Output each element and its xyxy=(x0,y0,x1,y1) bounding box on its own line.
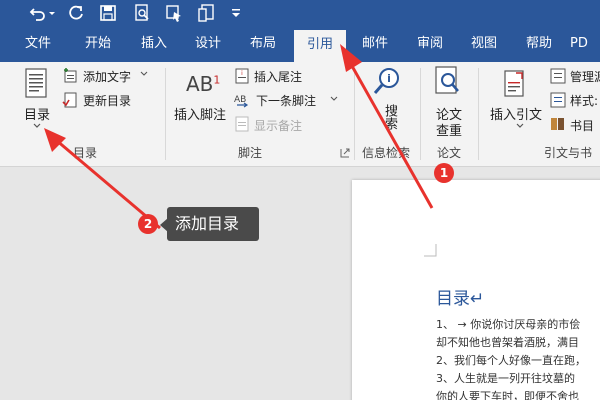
tab-layout[interactable]: 布局 xyxy=(236,26,290,62)
group-divider xyxy=(354,68,355,160)
print-preview-icon[interactable] xyxy=(132,3,152,23)
group-divider xyxy=(165,68,166,160)
step-badge-1: 1 xyxy=(434,163,454,183)
bibliography-icon[interactable] xyxy=(550,116,566,132)
tab-pdf[interactable]: PD xyxy=(570,26,600,62)
tab-home[interactable]: 开始 xyxy=(70,26,126,62)
next-footnote-icon[interactable]: AB xyxy=(234,92,254,108)
add-text-icon[interactable] xyxy=(62,68,78,84)
tab-view[interactable]: 视图 xyxy=(458,26,510,62)
chevron-down-icon[interactable] xyxy=(330,95,338,103)
touch-mode-icon[interactable] xyxy=(164,3,184,23)
show-notes-button: 显示备注 xyxy=(254,119,303,133)
customize-icon[interactable] xyxy=(230,3,242,23)
update-table-icon[interactable] xyxy=(62,92,78,108)
search-button[interactable]: 搜索 xyxy=(380,104,399,140)
tab-design[interactable]: 设计 xyxy=(182,26,234,62)
page-corner-mark xyxy=(424,244,437,257)
group-label-research: 信息检索 xyxy=(361,146,410,160)
group-label-paper: 论文 xyxy=(436,146,461,160)
redo-icon[interactable] xyxy=(66,3,86,23)
insert-footnote-button[interactable]: 插入脚注 xyxy=(174,104,226,123)
document-line[interactable]: 1、 → 你说你讨厌母亲的市侩 xyxy=(436,316,580,332)
ribbon-tab-bar: 文件 开始 插入 设计 布局 引用 邮件 审阅 视图 帮助 PD xyxy=(0,26,600,62)
document-line[interactable]: 2、我们每个人好像一直在跑， xyxy=(436,352,586,368)
next-footnote-button[interactable]: 下一条脚注 xyxy=(256,92,316,109)
insert-endnote-button[interactable]: 插入尾注 xyxy=(254,68,302,85)
document-line[interactable]: 3、人生就是一列开往坟墓的 xyxy=(436,370,575,386)
svg-text:i: i xyxy=(387,72,391,85)
group-label-toc: 目录 xyxy=(72,146,97,160)
group-label-citations: 引文与书 xyxy=(544,146,593,160)
paper-check-line2[interactable]: 查重 xyxy=(436,120,462,139)
document-heading[interactable]: 目录↵ xyxy=(436,284,484,309)
style-icon[interactable] xyxy=(550,92,566,108)
insert-endnote-icon[interactable]: i xyxy=(234,68,250,84)
tab-review[interactable]: 审阅 xyxy=(404,26,456,62)
chevron-down-icon[interactable] xyxy=(140,70,148,78)
tab-references[interactable]: 引用 xyxy=(294,30,346,62)
save-icon[interactable] xyxy=(98,3,118,23)
insert-citation-icon[interactable] xyxy=(502,70,528,98)
bibliography-button[interactable]: 书目 xyxy=(570,117,594,134)
tab-help[interactable]: 帮助 xyxy=(512,26,566,62)
insert-citation-button[interactable]: 插入引文 xyxy=(490,104,542,123)
manage-sources-icon[interactable] xyxy=(550,68,566,84)
chevron-down-icon[interactable] xyxy=(32,122,42,130)
toc-button[interactable]: 目录 xyxy=(24,104,50,123)
update-toc-button[interactable]: 更新目录 xyxy=(83,92,131,109)
dialog-launcher-icon[interactable] xyxy=(340,148,350,158)
undo-icon[interactable] xyxy=(28,3,48,23)
format-icon[interactable] xyxy=(196,3,216,23)
add-toc-tooltip: 添加目录 xyxy=(167,207,259,241)
document-line[interactable]: 你的人要下车时，即便不舍也 xyxy=(436,388,579,400)
step-badge-2: 2 xyxy=(138,214,158,234)
add-text-button[interactable]: 添加文字 xyxy=(83,68,131,85)
group-label-footnote: 脚注 xyxy=(237,146,262,160)
word-window: 文件 开始 插入 设计 布局 引用 邮件 审阅 视图 帮助 PD 目录 添加文字… xyxy=(0,0,600,400)
tab-mailings[interactable]: 邮件 xyxy=(348,26,402,62)
tab-insert[interactable]: 插入 xyxy=(128,26,180,62)
chevron-down-icon[interactable] xyxy=(515,122,525,130)
paper-check-icon[interactable] xyxy=(434,66,462,98)
style-select[interactable]: 样式: xyxy=(570,92,598,109)
ribbon-panel: 目录 添加文字 更新目录 目录 AB1 插入脚注 i 插入尾注 AB 下一条脚注… xyxy=(0,62,600,167)
document-line[interactable]: 却不知他也曾架着酒脱，满目 xyxy=(436,334,579,350)
dropdown-arrow-icon[interactable] xyxy=(46,3,58,23)
quick-access-toolbar xyxy=(0,0,600,26)
manage-sources-button[interactable]: 管理源 xyxy=(570,68,600,85)
show-notes-icon xyxy=(235,116,249,132)
footnote-ab-icon[interactable]: AB1 xyxy=(186,72,220,96)
group-divider xyxy=(420,68,421,160)
search-icon[interactable]: i xyxy=(372,66,402,98)
group-divider xyxy=(478,68,479,160)
tab-file[interactable]: 文件 xyxy=(12,26,64,62)
table-of-contents-icon[interactable] xyxy=(24,68,48,98)
